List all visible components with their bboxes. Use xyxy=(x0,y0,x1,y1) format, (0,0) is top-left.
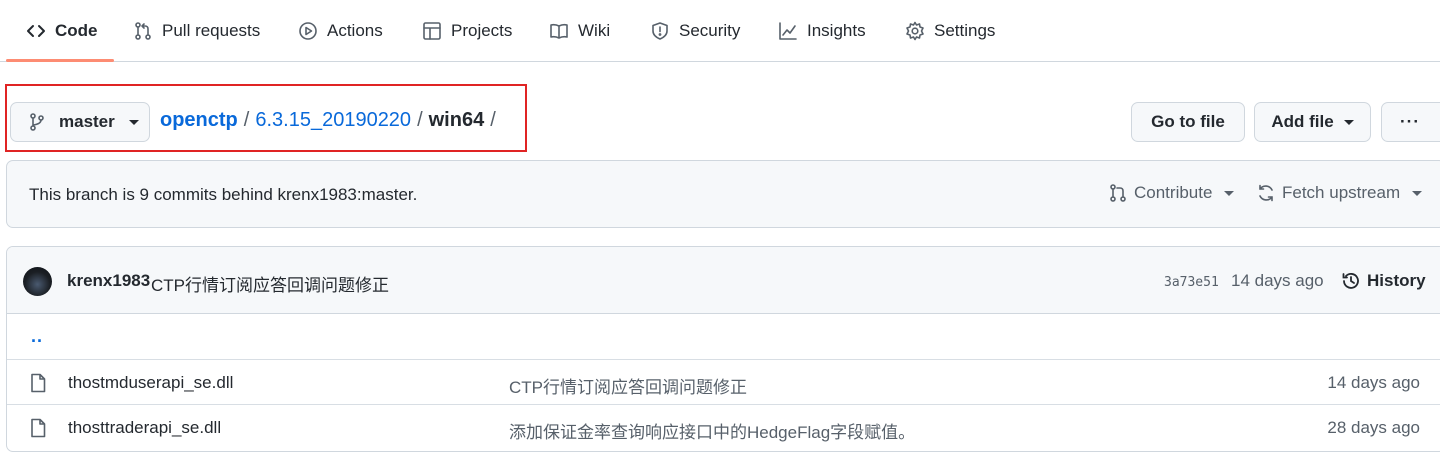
tab-label: Security xyxy=(679,21,741,40)
book-icon xyxy=(550,23,568,39)
chevron-down-icon xyxy=(1224,190,1235,196)
table-icon xyxy=(423,22,441,40)
file-name-link[interactable]: thosttraderapi_se.dll xyxy=(68,418,221,438)
fetch-upstream-label: Fetch upstream xyxy=(1282,183,1401,202)
latest-commit-row: krenx1983 CTP行情订阅应答回调问题修正 3a73e51 14 day… xyxy=(7,247,1440,314)
file-icon xyxy=(31,373,46,393)
branch-name: master xyxy=(59,112,115,131)
breadcrumb: openctp / 6.3.15_20190220 / win64 / xyxy=(160,109,496,132)
tab-projects[interactable]: Projects xyxy=(422,0,512,62)
shield-icon xyxy=(652,22,668,40)
tab-label: Wiki xyxy=(578,21,611,40)
table-row[interactable]: thostmduserapi_se.dll CTP行情订阅应答回调问题修正 14… xyxy=(7,359,1440,404)
go-to-file-label: Go to file xyxy=(1151,112,1225,131)
parent-directory-row[interactable]: .. xyxy=(7,314,1440,359)
pull-request-icon xyxy=(1110,184,1126,202)
play-icon xyxy=(299,22,317,40)
active-tab-indicator xyxy=(6,59,114,62)
tab-code[interactable]: Code xyxy=(26,0,98,62)
history-icon xyxy=(1342,273,1359,289)
pull-request-icon xyxy=(135,22,151,40)
fetch-upstream-button[interactable]: Fetch upstream xyxy=(1256,183,1423,203)
breadcrumb-separator: / xyxy=(243,109,250,131)
file-list-box: krenx1983 CTP行情订阅应答回调问题修正 3a73e51 14 day… xyxy=(6,246,1440,452)
chevron-down-icon xyxy=(128,119,139,125)
chevron-down-icon xyxy=(1412,190,1423,196)
go-to-file-button[interactable]: Go to file xyxy=(1131,102,1245,142)
history-label: History xyxy=(1367,271,1426,290)
breadcrumb-repo-link[interactable]: openctp xyxy=(160,109,238,132)
tab-label: Settings xyxy=(934,21,996,40)
tab-pull-requests[interactable]: Pull requests xyxy=(133,0,260,62)
breadcrumb-separator: / xyxy=(417,109,423,131)
breadcrumb-separator: / xyxy=(490,109,496,131)
tab-settings[interactable]: Settings xyxy=(905,0,995,62)
tab-security[interactable]: Security xyxy=(650,0,740,62)
history-button[interactable]: History xyxy=(1341,271,1426,291)
repo-tab-nav: Code Pull requests Actions Projects Wiki… xyxy=(0,0,1440,62)
breadcrumb-folder-link[interactable]: 6.3.15_20190220 xyxy=(255,109,411,132)
parent-directory-link[interactable]: .. xyxy=(31,326,43,347)
tab-label: Insights xyxy=(807,21,866,40)
commit-message-link[interactable]: CTP行情订阅应答回调问题修正 xyxy=(151,271,389,296)
table-row[interactable]: thosttraderapi_se.dll 添加保证金率查询响应接口中的Hedg… xyxy=(7,404,1440,449)
commit-author-link[interactable]: krenx1983 xyxy=(67,271,150,291)
chevron-down-icon xyxy=(1343,119,1354,125)
file-name-link[interactable]: thostmduserapi_se.dll xyxy=(68,373,233,393)
add-file-label: Add file xyxy=(1271,112,1334,131)
tab-label: Actions xyxy=(327,21,383,40)
contribute-label: Contribute xyxy=(1134,183,1213,202)
tab-label: Pull requests xyxy=(162,21,261,40)
commit-time: 14 days ago xyxy=(1231,271,1324,290)
contribute-button[interactable]: Contribute xyxy=(1108,183,1235,203)
tab-label: Projects xyxy=(451,21,513,40)
sync-icon xyxy=(1259,184,1273,202)
file-time: 14 days ago xyxy=(1327,373,1420,392)
tab-actions[interactable]: Actions xyxy=(298,0,383,62)
tab-insights[interactable]: Insights xyxy=(778,0,866,62)
commit-sha-link[interactable]: 3a73e51 xyxy=(1164,275,1219,290)
breadcrumb-current-folder: win64 xyxy=(428,109,485,131)
more-options-button[interactable]: ··· xyxy=(1381,102,1440,142)
kebab-horizontal-icon: ··· xyxy=(1400,112,1420,131)
file-commit-message-link[interactable]: CTP行情订阅应答回调问题修正 xyxy=(509,373,747,398)
branch-status-box: This branch is 9 commits behind krenx198… xyxy=(6,160,1440,228)
file-icon xyxy=(31,418,46,438)
gear-icon xyxy=(906,21,924,41)
branch-select-button[interactable]: master xyxy=(10,102,150,142)
tab-wiki[interactable]: Wiki xyxy=(549,0,610,62)
avatar[interactable] xyxy=(23,267,52,296)
branch-status-text: This branch is 9 commits behind krenx198… xyxy=(29,185,418,204)
add-file-button[interactable]: Add file xyxy=(1254,102,1371,142)
file-commit-message-link[interactable]: 添加保证金率查询响应接口中的HedgeFlag字段赋值。 xyxy=(509,418,915,443)
code-icon xyxy=(27,25,45,37)
graph-icon xyxy=(779,22,797,40)
git-branch-icon xyxy=(30,113,44,131)
tab-label: Code xyxy=(55,21,98,40)
file-time: 28 days ago xyxy=(1327,418,1420,437)
